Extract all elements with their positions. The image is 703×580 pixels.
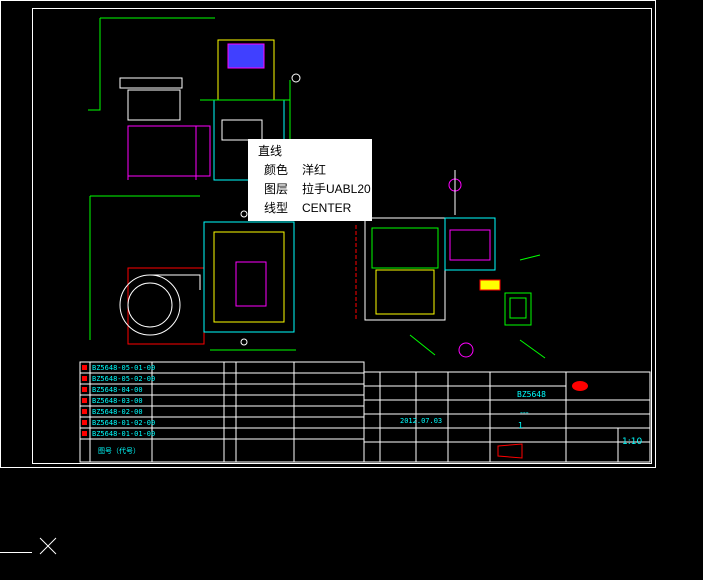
tooltip-value: 洋红 — [302, 163, 327, 177]
tooltip-key: 图层 — [264, 182, 289, 196]
tooltip-key: 颜色 — [264, 163, 289, 177]
drawing-number: BZ5648 — [517, 390, 546, 399]
bom-code: BZ5648-03-00 — [92, 397, 143, 405]
drawing-date: 2012.07.03 — [400, 417, 443, 425]
bom-code: BZ5648-04-00 — [92, 386, 143, 394]
tooltip-value: CENTER — [302, 201, 352, 215]
tooltip-row-layer: 图层 拉手UABL20 — [258, 180, 372, 199]
bom-code: BZ5648-01-01-00 — [92, 430, 156, 438]
cad-drawing-canvas[interactable] — [0, 0, 703, 580]
ucs-x-icon — [39, 537, 57, 555]
tooltip-title: 直线 — [258, 144, 283, 158]
bom-code: BZ5648-05-02-00 — [92, 375, 156, 383]
feeder-side-view — [355, 170, 546, 359]
entity-tooltip: 直线 颜色 洋红 图层 拉手UABL20 线型 CENTER — [248, 139, 372, 221]
bom-code: BZ5648-05-01-00 — [92, 364, 156, 372]
bom-code: BZ5648-01-02-00 — [92, 419, 156, 427]
dashes: --- — [520, 408, 529, 417]
bom-code: BZ5648-02-00 — [92, 408, 143, 416]
tooltip-row-linetype: 线型 CENTER — [258, 199, 372, 218]
bom-header-code: 图号（代号） — [98, 447, 140, 455]
drawing-scale: 1:10 — [622, 437, 643, 447]
tooltip-value: 拉手UABL20 — [302, 182, 371, 196]
tooltip-key: 线型 — [264, 201, 289, 215]
crosshair-line — [0, 552, 32, 553]
tooltip-row-color: 颜色 洋红 — [258, 161, 372, 180]
bom-code-column: BZ5648-05-01-00 BZ5648-05-02-00 BZ5648-0… — [92, 363, 155, 440]
sheet-count: 1 — [518, 421, 524, 430]
